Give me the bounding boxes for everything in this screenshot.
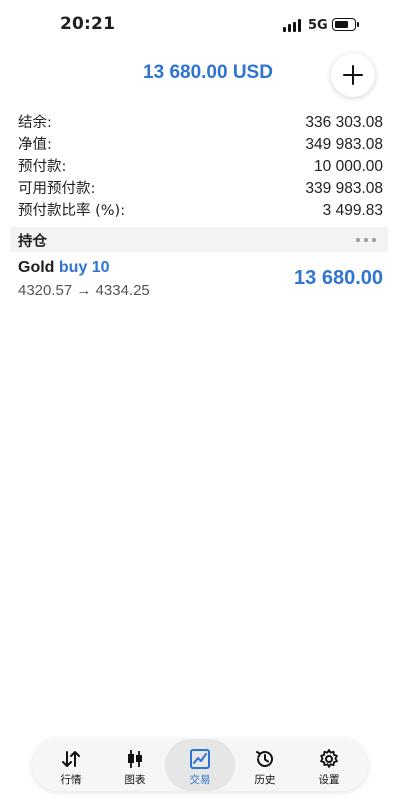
position-row[interactable]: Gold buy 10 4320.57 → 4334.25 13 680.00 [18, 256, 383, 306]
summary-value: 349 983.08 [305, 136, 383, 153]
history-clock-icon [256, 751, 273, 767]
network-label: 5G [308, 18, 328, 33]
position-profit: 13 680.00 [294, 267, 383, 289]
arrows-updown-icon [62, 751, 80, 767]
tab-label: 设置 [318, 774, 340, 786]
add-order-button[interactable] [331, 53, 375, 97]
summary-value: 10 000.00 [314, 158, 383, 175]
trade-chart-icon [190, 749, 210, 769]
summary-row-margin: 预付款: 10 000.00 [18, 156, 383, 178]
candlestick-icon [128, 750, 142, 768]
positions-section-header: 持仓 [10, 227, 388, 252]
more-options-icon[interactable] [356, 238, 378, 243]
summary-label: 净值: [18, 137, 52, 153]
tab-label: 历史 [254, 774, 276, 786]
signal-icon [283, 19, 303, 32]
position-title: Gold buy 10 [18, 259, 110, 277]
tab-settings[interactable]: 设置 [296, 739, 362, 791]
summary-row-equity: 净值: 349 983.08 [18, 134, 383, 156]
tab-charts[interactable]: 图表 [102, 739, 168, 791]
section-title: 持仓 [18, 234, 47, 250]
battery-icon [332, 18, 359, 31]
position-side: buy 10 [58, 259, 110, 276]
summary-value: 336 303.08 [305, 114, 383, 131]
summary-label: 结余: [18, 115, 52, 131]
summary-label: 预付款: [18, 159, 67, 175]
summary-row-free-margin: 可用预付款: 339 983.08 [18, 178, 383, 200]
summary-value: 339 983.08 [305, 180, 383, 197]
summary-row-balance: 结余: 336 303.08 [18, 112, 383, 134]
summary-row-margin-level: 预付款比率 (%): 3 499.83 [18, 200, 383, 222]
tab-quotes[interactable]: 行情 [38, 739, 104, 791]
tab-label: 交易 [189, 774, 211, 786]
status-time: 20:21 [60, 14, 116, 34]
tab-trade[interactable]: 交易 [165, 739, 235, 791]
account-summary: 结余: 336 303.08 净值: 349 983.08 预付款: 10 00… [18, 112, 383, 222]
plus-icon [343, 65, 363, 85]
summary-value: 3 499.83 [322, 202, 383, 219]
status-bar: 20:21 5G [0, 0, 416, 52]
gear-icon [320, 749, 338, 768]
tab-history[interactable]: 历史 [232, 739, 298, 791]
position-symbol: Gold [18, 259, 55, 276]
tab-label: 图表 [124, 774, 146, 786]
position-prices: 4320.57 → 4334.25 [18, 282, 150, 299]
tab-label: 行情 [60, 774, 82, 786]
summary-label: 预付款比率 (%): [18, 203, 126, 219]
summary-label: 可用预付款: [18, 181, 96, 197]
bottom-tab-bar: 行情 图表 交易 历史 设置 [32, 739, 368, 791]
